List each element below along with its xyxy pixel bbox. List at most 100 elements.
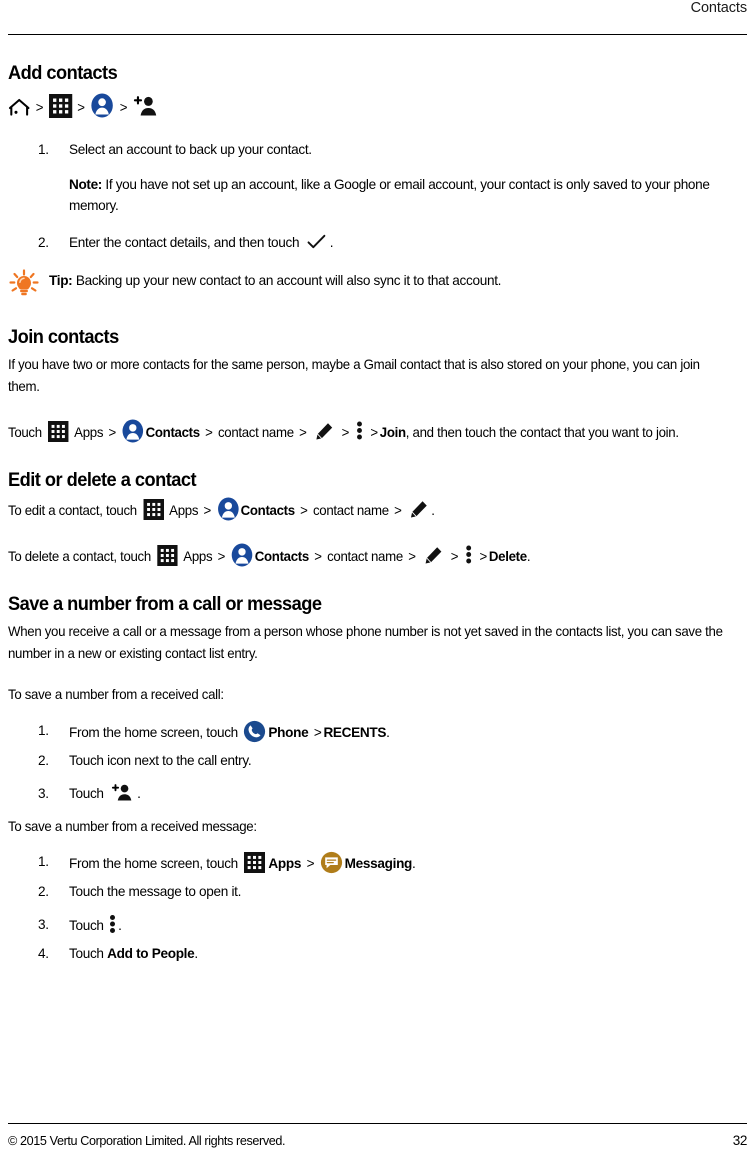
step-text: Touch the message to open it.: [69, 884, 242, 900]
home-icon: [8, 96, 30, 116]
tip-text: Backing up your new contact to an accoun…: [72, 272, 502, 288]
separator-chevron: >: [108, 425, 116, 441]
contacts-label: Contacts: [254, 549, 310, 565]
page-footer: © 2015 Vertu Corporation Limited. All ri…: [8, 1123, 747, 1148]
save-from-call-steps: From the home screen, touch Phone > RECEN…: [8, 720, 747, 804]
save-number-intro: When you receive a call or a message fro…: [8, 624, 723, 661]
period: .: [526, 549, 531, 565]
footer-divider: [8, 1123, 747, 1124]
step-suffix: .: [194, 946, 198, 962]
step-prefix: From the home screen, touch: [69, 856, 238, 872]
path-suffix: , and then touch the contact that you wa…: [405, 425, 679, 441]
messaging-label: Messaging: [344, 856, 413, 872]
lightbulb-tip-icon: [8, 269, 40, 299]
contacts-app-icon: [90, 93, 114, 118]
apps-grid-icon: [143, 498, 164, 520]
checkmark-icon: [307, 234, 326, 250]
contact-name-label: contact name: [312, 502, 389, 518]
list-item: Touch .: [8, 914, 747, 936]
apps-grid-icon: [244, 852, 266, 874]
step-suffix: .: [329, 234, 334, 250]
separator-chevron: >: [217, 549, 226, 565]
manual-page: Contacts Add contacts > > > Select an ac…: [0, 0, 755, 1162]
messaging-app-icon: [320, 851, 343, 874]
step-text: Select an account to back up your contac…: [69, 141, 312, 157]
list-item: Touch .: [8, 783, 747, 804]
page-number: 32: [732, 1133, 748, 1148]
separator-chevron: >: [450, 549, 459, 565]
list-item: From the home screen, touch Apps > Messa…: [8, 851, 747, 874]
step-text: Enter the contact details, and then touc…: [69, 234, 300, 250]
step-suffix: .: [137, 785, 141, 801]
separator-chevron: >: [394, 502, 402, 518]
separator-chevron: >: [370, 425, 378, 441]
step-prefix: From the home screen, touch: [69, 724, 238, 740]
recents-label: RECENTS: [323, 724, 387, 740]
separator-chevron: >: [299, 425, 307, 441]
page-content: Add contacts > > > Select an account to …: [8, 35, 747, 965]
contact-name-label: contact name: [327, 549, 403, 565]
apps-grid-icon: [157, 545, 178, 567]
list-item: Touch icon next to the call entry.: [8, 750, 747, 771]
separator-chevron: >: [408, 549, 416, 565]
list-item: Touch the message to open it.: [8, 881, 747, 902]
overflow-menu-icon: [109, 914, 116, 934]
add-contacts-breadcrumb: > > >: [8, 93, 729, 119]
separator-chevron: >: [35, 100, 44, 116]
list-item: From the home screen, touch Phone > RECEN…: [8, 720, 747, 743]
section-heading-add-contacts: Add contacts: [8, 63, 118, 84]
period: .: [431, 502, 435, 518]
list-item: Enter the contact details, and then touc…: [8, 232, 747, 253]
join-contacts-intro: If you have two or more contacts for the…: [8, 357, 700, 394]
separator-chevron: >: [313, 724, 322, 740]
footer-row: © 2015 Vertu Corporation Limited. All ri…: [8, 1133, 747, 1148]
separator-chevron: >: [479, 549, 488, 565]
join-label: Join: [379, 425, 406, 441]
step-prefix: Touch: [69, 946, 104, 962]
contacts-label: Contacts: [145, 425, 201, 441]
delete-contact-path: To delete a contact, touch Apps > Contac…: [8, 543, 729, 567]
step-suffix: .: [118, 918, 122, 934]
save-from-message-lead: To save a number from a received message…: [8, 818, 257, 834]
overflow-menu-icon: [356, 421, 363, 440]
step-prefix: Touch: [69, 785, 104, 801]
separator-chevron: >: [203, 502, 211, 518]
apps-grid-icon: [48, 94, 72, 119]
add-person-icon: [132, 95, 157, 117]
save-from-message-steps: From the home screen, touch Apps > Messa…: [8, 851, 747, 964]
edit-pencil-icon: [315, 422, 334, 441]
section-heading-save-number: Save a number from a call or message: [8, 593, 322, 615]
copyright-text: © 2015 Vertu Corporation Limited. All ri…: [8, 1133, 286, 1148]
step-suffix: .: [412, 856, 416, 872]
separator-chevron: >: [205, 425, 213, 441]
phone-label: Phone: [268, 724, 309, 740]
note-callout: Note: If you have not set up an account,…: [69, 174, 747, 216]
contacts-app-icon: [121, 419, 144, 443]
contacts-app-icon: [216, 497, 239, 521]
apps-label: Apps: [74, 425, 104, 441]
edit-prefix: To edit a contact, touch: [8, 502, 137, 518]
tip-callout: Tip: Backing up your new contact to an a…: [8, 269, 747, 299]
page-header: Contacts: [8, 0, 748, 34]
separator-chevron: >: [341, 425, 350, 441]
step-prefix: Touch: [69, 918, 104, 934]
note-text: If you have not set up an account, like …: [69, 176, 710, 213]
delete-label: Delete: [488, 549, 527, 565]
list-item: Select an account to back up your contac…: [8, 139, 747, 216]
contact-name-label: contact name: [217, 425, 294, 441]
separator-chevron: >: [306, 856, 315, 872]
edit-pencil-icon: [410, 500, 429, 519]
apps-grid-icon: [48, 421, 69, 443]
delete-prefix: To delete a contact, touch: [8, 549, 151, 565]
step-suffix: .: [386, 724, 390, 740]
add-person-icon: [111, 783, 133, 802]
header-title: Contacts: [690, 0, 748, 16]
contacts-label: Contacts: [240, 502, 296, 518]
overflow-menu-icon: [465, 545, 472, 564]
separator-chevron: >: [300, 502, 308, 518]
separator-chevron: >: [119, 100, 128, 116]
save-from-call-lead: To save a number from a received call:: [8, 687, 224, 703]
add-to-people-label: Add to People: [107, 946, 195, 962]
section-heading-edit-delete: Edit or delete a contact: [8, 469, 197, 491]
contacts-app-icon: [230, 543, 253, 567]
